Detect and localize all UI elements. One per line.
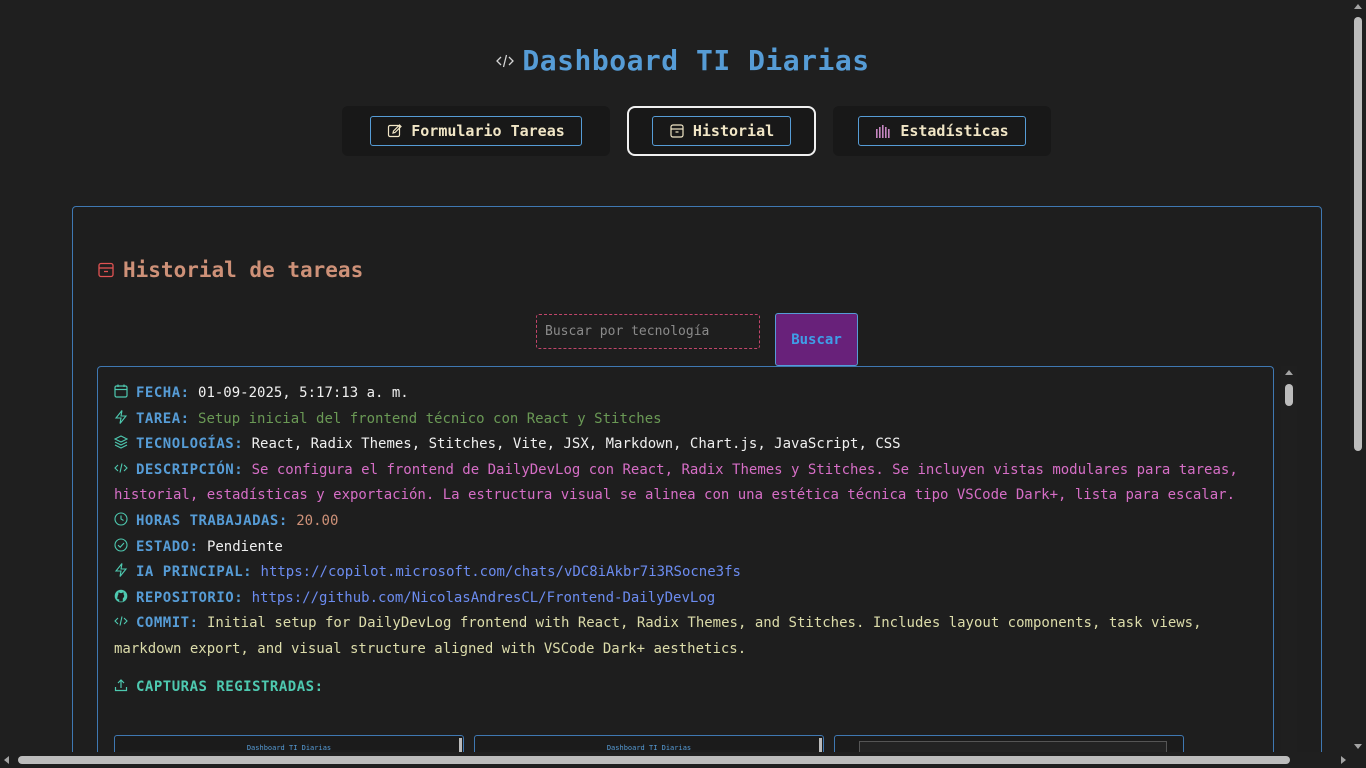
tecnologias-label: TECNOLOGÍAS: <box>136 436 244 453</box>
horizontal-scrollbar-thumb[interactable] <box>18 756 1290 764</box>
capture-caption: Dashboard TI Diarias <box>606 744 692 752</box>
check-circle-icon <box>114 538 128 552</box>
capture-caption: Dashboard TI Diarias <box>246 744 332 752</box>
row-ia: IA PRINCIPAL: https://copilot.microsoft.… <box>114 560 1259 586</box>
upload-icon <box>114 678 128 691</box>
calendar-icon <box>114 384 128 398</box>
scroll-down-icon[interactable] <box>1354 744 1362 749</box>
tab-card-historial: Historial <box>627 106 816 156</box>
search-button[interactable]: Buscar <box>775 313 858 366</box>
fecha-value: 01-09-2025, 5:17:13 a. m. <box>198 385 409 401</box>
bar-chart-icon <box>876 125 890 138</box>
row-commit: COMMIT: Initial setup for DailyDevLog fr… <box>114 611 1259 662</box>
tab-estadisticas[interactable]: Estadísticas <box>858 116 1026 146</box>
tab-label: Historial <box>692 122 775 140</box>
tecnologias-value: React, Radix Themes, Stitches, Vite, JSX… <box>251 436 901 453</box>
descripcion-value: Se configura el frontend de DailyDevLog … <box>114 461 1238 504</box>
lightning-icon <box>114 563 128 577</box>
tarea-label: TAREA: <box>136 410 190 427</box>
capture-scrollbar <box>459 738 462 752</box>
edit-icon <box>388 124 403 138</box>
scrollbar-corner <box>1350 752 1366 768</box>
task-body: FECHA: 01-09-2025, 5:17:13 a. m. TAREA: … <box>114 381 1259 700</box>
list-scrollbar-thumb[interactable] <box>1285 384 1293 406</box>
row-horas: HORAS TRABAJADAS: 20.00 <box>114 509 1259 535</box>
capture-scrollbar <box>819 738 822 752</box>
ia-label: IA PRINCIPAL: <box>136 564 253 581</box>
row-repositorio: REPOSITORIO: https://github.com/NicolasA… <box>114 586 1259 612</box>
row-tarea: TAREA: Setup inicial del frontend técnic… <box>114 407 1259 433</box>
page: Dashboard TI Diarias Formulario Tareas H… <box>0 0 1366 768</box>
search-input[interactable] <box>536 314 760 349</box>
row-fecha: FECHA: 01-09-2025, 5:17:13 a. m. <box>114 381 1259 407</box>
row-estado: ESTADO: Pendiente <box>114 535 1259 561</box>
list-scrollbar[interactable] <box>1281 366 1297 756</box>
tab-card-formulario: Formulario Tareas <box>342 106 610 156</box>
commit-label: COMMIT: <box>136 615 199 632</box>
vertical-scrollbar-thumb[interactable] <box>1354 17 1362 451</box>
estado-label: ESTADO: <box>136 538 199 555</box>
page-horizontal-scrollbar[interactable] <box>0 752 1350 768</box>
fecha-label: FECHA: <box>136 385 190 401</box>
header: Dashboard TI Diarias <box>0 44 1366 77</box>
row-tecnologias: TECNOLOGÍAS: React, Radix Themes, Stitch… <box>114 432 1259 458</box>
row-descripcion: DESCRIPCIÓN: Se configura el frontend de… <box>114 458 1259 509</box>
tarea-value: Setup inicial del frontend técnico con R… <box>198 410 662 427</box>
page-vertical-scrollbar[interactable] <box>1350 0 1366 752</box>
repositorio-link[interactable]: https://github.com/NicolasAndresCL/Front… <box>252 590 716 606</box>
layers-icon <box>114 435 128 449</box>
task-card: FECHA: 01-09-2025, 5:17:13 a. m. TAREA: … <box>97 366 1274 768</box>
descripcion-label: DESCRIPCIÓN: <box>136 461 244 478</box>
tab-label: Estadísticas <box>900 122 1009 140</box>
archive-icon <box>670 124 684 138</box>
repositorio-label: REPOSITORIO: <box>136 589 244 606</box>
code-icon <box>114 463 128 473</box>
horas-value: 20.00 <box>296 512 339 529</box>
tab-historial[interactable]: Historial <box>651 116 792 146</box>
scroll-right-icon[interactable] <box>1341 756 1346 764</box>
lightning-icon <box>114 409 128 424</box>
github-icon <box>114 589 128 603</box>
row-capturas: CAPTURAS REGISTRADAS: <box>114 675 1259 701</box>
clock-icon <box>114 512 128 526</box>
tab-label: Formulario Tareas <box>411 122 565 140</box>
tab-card-estadisticas: Estadísticas <box>833 106 1051 156</box>
section-title: Historial de tareas <box>97 258 363 282</box>
code-icon <box>496 54 515 67</box>
section-title-text: Historial de tareas <box>123 258 364 282</box>
tab-formulario-tareas[interactable]: Formulario Tareas <box>370 116 582 146</box>
app-title: Dashboard TI Diarias <box>522 44 870 77</box>
capturas-label: CAPTURAS REGISTRADAS: <box>136 678 324 695</box>
commit-value: Initial setup for DailyDevLog frontend w… <box>114 615 1202 657</box>
horas-label: HORAS TRABAJADAS: <box>136 512 288 529</box>
scroll-left-icon[interactable] <box>4 756 9 764</box>
estado-value: Pendiente <box>206 538 283 555</box>
archive-icon <box>98 262 114 278</box>
scroll-up-icon[interactable] <box>1354 4 1362 9</box>
code-icon <box>114 616 128 626</box>
scroll-up-icon[interactable] <box>1285 370 1293 375</box>
ia-link[interactable]: https://copilot.microsoft.com/chats/vDC8… <box>261 564 741 580</box>
